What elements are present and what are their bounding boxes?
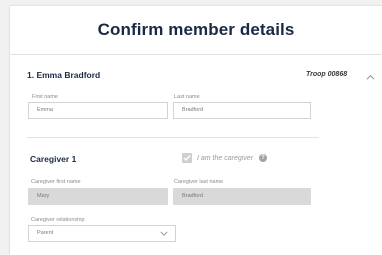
member-heading: 1. Emma Bradford	[27, 70, 101, 80]
chevron-up-icon[interactable]	[366, 73, 375, 82]
member-details-card: Confirm member details 1. Emma Bradford …	[10, 6, 382, 255]
first-name-label: First name	[32, 94, 58, 100]
chevron-down-icon	[160, 231, 168, 236]
check-icon	[183, 155, 191, 162]
caregiver-last-name-label: Caregiver last name	[174, 179, 224, 185]
last-name-field[interactable]: Bradford	[173, 102, 311, 119]
section-divider	[27, 137, 319, 138]
caregiver-checkbox[interactable]	[182, 153, 192, 163]
first-name-field[interactable]: Emma	[28, 102, 168, 119]
caregiver-first-name-field: Mary	[28, 188, 168, 205]
caregiver-relationship-label: Caregiver relationship	[31, 217, 85, 223]
page-title: Confirm member details	[97, 20, 295, 39]
caregiver-first-name-label: Caregiver first name	[31, 179, 81, 185]
header-divider	[10, 54, 382, 55]
caregiver-relationship-select[interactable]: Parent	[28, 225, 176, 242]
last-name-label: Last name	[174, 94, 200, 100]
help-icon[interactable]: ?	[259, 154, 267, 162]
caregiver-last-name-field: Bradford	[173, 188, 311, 205]
caregiver-relationship-value: Parent	[37, 230, 54, 236]
caregiver-heading: Caregiver 1	[30, 154, 77, 164]
troop-label: Troop 00868	[306, 71, 348, 78]
caregiver-checkbox-label: I am the caregiver	[197, 155, 254, 162]
